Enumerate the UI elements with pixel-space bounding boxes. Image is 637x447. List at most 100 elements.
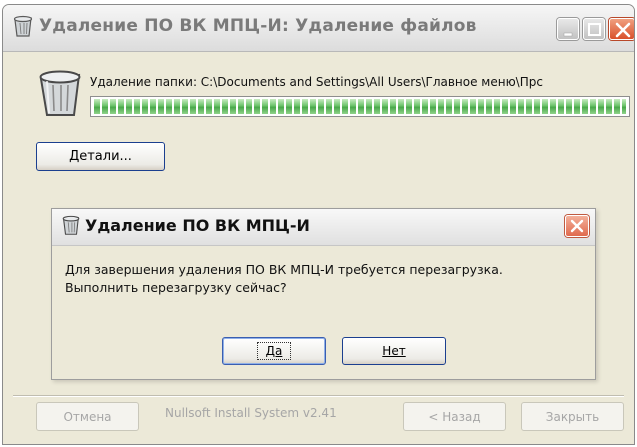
progress-segment xyxy=(502,99,508,114)
progress-segment xyxy=(382,99,388,114)
progress-segment xyxy=(238,99,244,114)
progress-segment xyxy=(414,99,420,114)
close-icon xyxy=(615,22,631,38)
progress-segment xyxy=(150,99,156,114)
progress-segment xyxy=(222,99,228,114)
progress-bar xyxy=(90,96,630,117)
progress-segment xyxy=(598,99,604,114)
progress-segment xyxy=(94,99,100,114)
dialog-title-bar[interactable]: Удаление ПО ВК МПЦ-И xyxy=(52,209,595,246)
progress-segment xyxy=(470,99,476,114)
progress-segment xyxy=(342,99,348,114)
progress-segment xyxy=(462,99,468,114)
progress-segment xyxy=(566,99,572,114)
progress-segment xyxy=(510,99,516,114)
progress-segment xyxy=(286,99,292,114)
maximize-button[interactable] xyxy=(583,18,605,40)
progress-segment xyxy=(438,99,444,114)
dialog-message: Для завершения удаления ПО ВК МПЦ-И треб… xyxy=(65,261,585,297)
progress-segment xyxy=(486,99,492,114)
progress-segment xyxy=(206,99,212,114)
progress-segment xyxy=(446,99,452,114)
progress-segment xyxy=(326,99,332,114)
progress-segment xyxy=(374,99,380,114)
close-icon xyxy=(570,219,584,233)
progress-segment xyxy=(262,99,268,114)
progress-segment xyxy=(166,99,172,114)
progress-segment xyxy=(214,99,220,114)
progress-segment xyxy=(230,99,236,114)
progress-segment xyxy=(246,99,252,114)
close-window-button[interactable] xyxy=(609,18,634,40)
dialog-message-line1: Для завершения удаления ПО ВК МПЦ-И треб… xyxy=(65,262,503,277)
minimize-icon xyxy=(563,32,573,37)
progress-segment xyxy=(406,99,412,114)
progress-segment xyxy=(590,99,596,114)
close-button[interactable]: Закрыть xyxy=(521,402,624,431)
progress-segment xyxy=(518,99,524,114)
progress-segment xyxy=(606,99,612,114)
recycle-bin-icon xyxy=(62,215,80,235)
progress-segment xyxy=(358,99,364,114)
progress-segment xyxy=(198,99,204,114)
cancel-button[interactable]: Отмена xyxy=(36,402,139,431)
progress-segment xyxy=(622,99,626,114)
installer-window: Удаление ПО ВК МПЦ-И: Удаление файлов Уд… xyxy=(2,4,635,445)
progress-segment xyxy=(190,99,196,114)
progress-segment xyxy=(582,99,588,114)
progress-segment xyxy=(134,99,140,114)
recycle-bin-icon xyxy=(13,15,33,37)
status-text: Удаление папки: C:\Documents and Setting… xyxy=(90,75,543,89)
recycle-bin-large-icon xyxy=(39,70,81,116)
progress-segment xyxy=(182,99,188,114)
progress-segment xyxy=(542,99,548,114)
yes-button[interactable]: Да xyxy=(222,337,326,365)
progress-segment xyxy=(126,99,132,114)
minimize-button[interactable] xyxy=(557,18,579,40)
progress-bar-fill xyxy=(94,99,626,114)
dialog-close-button[interactable] xyxy=(565,215,589,237)
progress-segment xyxy=(110,99,116,114)
progress-segment xyxy=(318,99,324,114)
progress-segment xyxy=(534,99,540,114)
progress-segment xyxy=(558,99,564,114)
progress-segment xyxy=(142,99,148,114)
progress-segment xyxy=(334,99,340,114)
details-button[interactable]: Детали... xyxy=(36,142,165,171)
progress-segment xyxy=(422,99,428,114)
progress-segment xyxy=(454,99,460,114)
maximize-icon xyxy=(588,23,601,36)
no-button-label: Нет xyxy=(382,344,406,358)
progress-segment xyxy=(550,99,556,114)
progress-segment xyxy=(254,99,260,114)
progress-segment xyxy=(614,99,620,114)
progress-segment xyxy=(526,99,532,114)
progress-segment xyxy=(310,99,316,114)
progress-segment xyxy=(366,99,372,114)
progress-segment xyxy=(478,99,484,114)
progress-segment xyxy=(118,99,124,114)
progress-segment xyxy=(278,99,284,114)
progress-segment xyxy=(398,99,404,114)
dialog-message-line2: Выполнить перезагрузку сейчас? xyxy=(65,280,287,295)
progress-segment xyxy=(390,99,396,114)
dialog-title: Удаление ПО ВК МПЦ-И xyxy=(85,216,310,235)
back-button[interactable]: < Назад xyxy=(403,402,506,431)
restart-dialog: Удаление ПО ВК МПЦ-И Для завершения удал… xyxy=(51,208,596,380)
progress-segment xyxy=(494,99,500,114)
footer-separator xyxy=(13,395,624,397)
progress-segment xyxy=(430,99,436,114)
no-button[interactable]: Нет xyxy=(342,337,446,365)
progress-segment xyxy=(350,99,356,114)
window-title: Удаление ПО ВК МПЦ-И: Удаление файлов xyxy=(39,16,477,36)
progress-segment xyxy=(102,99,108,114)
progress-segment xyxy=(294,99,300,114)
nsis-brand-text: Nullsoft Install System v2.41 xyxy=(165,406,337,420)
title-bar[interactable]: Удаление ПО ВК МПЦ-И: Удаление файлов xyxy=(3,5,634,52)
progress-segment xyxy=(270,99,276,114)
progress-segment xyxy=(302,99,308,114)
progress-segment xyxy=(174,99,180,114)
yes-button-label: Да xyxy=(256,342,292,360)
progress-segment xyxy=(158,99,164,114)
progress-segment xyxy=(574,99,580,114)
